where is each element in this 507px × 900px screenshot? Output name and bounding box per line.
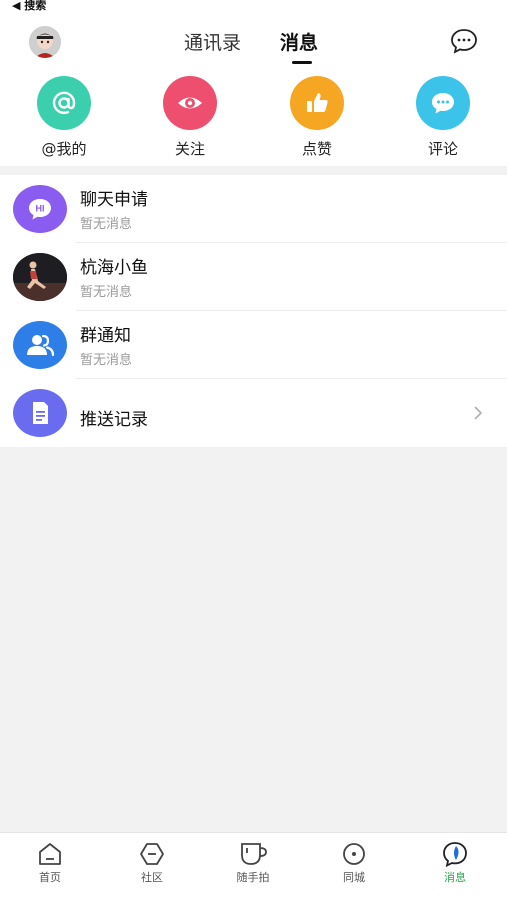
bottom-tab-label: 同城	[343, 871, 365, 884]
community-icon	[140, 843, 164, 865]
quick-action-mentions[interactable]: @我的	[19, 76, 109, 159]
bottom-tab-messages[interactable]: 消息	[415, 841, 495, 885]
quick-action-comments[interactable]: 评论	[398, 76, 488, 159]
quick-action-label: 关注	[174, 140, 205, 158]
list-item-chat-requests[interactable]: HI 聊天申请 暂无消息	[0, 175, 507, 243]
list-item-push-history[interactable]: 推送记录	[0, 379, 507, 447]
bottom-tab-local[interactable]: 同城	[314, 841, 394, 885]
chevron-right-icon	[471, 405, 485, 421]
bottom-tab-community[interactable]: 社区	[112, 841, 192, 885]
comment-icon	[416, 76, 470, 130]
user-avatar	[13, 253, 67, 301]
list-item-subtitle: 暂无消息	[80, 217, 133, 232]
bottom-tab-bar: 首页 社区 随手拍 同城 消息	[0, 832, 507, 900]
active-tab-indicator	[292, 61, 312, 64]
back-to-search-link[interactable]: ◀ 搜索	[12, 0, 46, 12]
bottom-tab-home[interactable]: 首页	[10, 841, 90, 885]
location-icon	[343, 843, 365, 865]
tab-contacts[interactable]: 通讯录	[184, 28, 241, 55]
quick-action-follow[interactable]: 关注	[145, 76, 235, 159]
tab-messages[interactable]: 消息	[280, 28, 318, 55]
list-item-group-notices[interactable]: 群通知 暂无消息	[0, 311, 507, 379]
list-item-subtitle: 暂无消息	[80, 353, 133, 368]
bottom-tab-label: 随手拍	[236, 871, 270, 884]
status-bar: ◀ 搜索	[0, 0, 507, 16]
home-icon	[39, 843, 61, 865]
thumbs-up-icon	[290, 76, 344, 130]
bottom-tab-label: 首页	[39, 871, 61, 884]
list-item-title: 杭海小鱼	[80, 258, 148, 278]
list-item-title: 推送记录	[80, 410, 148, 430]
bottom-tab-label: 消息	[444, 871, 466, 884]
quick-action-label: 点赞	[301, 140, 332, 158]
group-icon	[13, 321, 67, 369]
hi-chat-icon: HI	[13, 185, 67, 233]
list-item-subtitle: 暂无消息	[80, 285, 133, 300]
quick-action-label: @我的	[41, 140, 87, 158]
quick-action-likes[interactable]: 点赞	[272, 76, 362, 159]
top-tabs: 通讯录 消息	[0, 16, 507, 68]
chat-bubble-icon[interactable]	[450, 27, 478, 55]
bottom-tab-snapshot[interactable]: 随手拍	[213, 841, 293, 885]
quick-actions: @我的 关注 点赞 评论	[0, 68, 507, 166]
list-item-title: 群通知	[80, 326, 131, 346]
bottom-tab-label: 社区	[141, 871, 163, 884]
svg-text:HI: HI	[36, 204, 45, 214]
at-icon	[37, 76, 91, 130]
eye-icon	[163, 76, 217, 130]
list-item-title: 聊天申请	[80, 190, 148, 210]
quick-action-label: 评论	[427, 140, 458, 158]
cup-icon	[241, 843, 267, 865]
document-icon	[13, 389, 67, 437]
list-item-user-chat[interactable]: 杭海小鱼 暂无消息	[0, 243, 507, 311]
message-list: HI 聊天申请 暂无消息 杭海小鱼 暂无消息 群通知 暂无消息 推送记录	[0, 175, 507, 447]
message-active-icon	[443, 842, 467, 867]
header: 通讯录 消息	[0, 16, 507, 68]
